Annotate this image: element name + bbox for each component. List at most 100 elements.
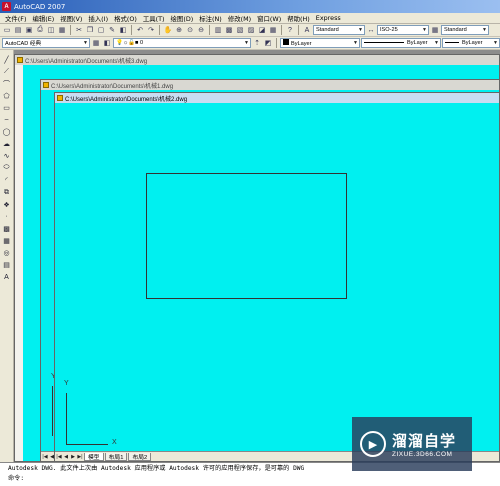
tab-layout1[interactable]: 布局1	[104, 452, 128, 461]
prev-tab-icon[interactable]: ◀	[63, 453, 69, 460]
command-prompt[interactable]: 命令:	[8, 474, 500, 484]
point-icon[interactable]: ·	[1, 211, 12, 222]
color-select[interactable]: ByLayer ▼	[280, 38, 360, 48]
cut-icon[interactable]: ✂	[74, 25, 84, 35]
linetype-select[interactable]: ByLayer ▼	[361, 38, 441, 48]
pan-icon[interactable]: ✋	[163, 25, 173, 35]
draw-toolbar: ╱ ⟋ ⌒ ⬠ ▭ ⌢ ◯ ☁ ∿ ⬭ ◜ ⧉ ❖ · ▩ ▦ ◎ ▤ A	[0, 50, 14, 462]
toolbar-separator	[209, 25, 210, 35]
document-titlebar[interactable]: C:\Users\Administrator\Documents\机械1.dwg	[41, 80, 499, 90]
menu-format[interactable]: 格式(O)	[111, 14, 140, 23]
copy-icon[interactable]: ❐	[85, 25, 95, 35]
workspace-select[interactable]: AutoCAD 经典 ▼	[2, 38, 90, 48]
spline-icon[interactable]: ∿	[1, 151, 12, 162]
publish-icon[interactable]: ▦	[57, 25, 67, 35]
make-layer-current-icon[interactable]: ⇡	[252, 38, 262, 48]
standard-toolbar: ▭ ▤ ▣ ⎙ ◫ ▦ ✂ ❐ ▢ ✎ ◧ ↶ ↷ ✋ ⊕ ⊙ ⊖ ▥ ▩ ▧ …	[0, 24, 500, 37]
document-titlebar[interactable]: C:\Users\Administrator\Documents\机械3.dwg	[15, 55, 499, 65]
new-file-icon[interactable]: ▭	[2, 25, 12, 35]
sheet-set-icon[interactable]: ▨	[246, 25, 256, 35]
line-icon[interactable]: ╱	[1, 54, 12, 65]
open-file-icon[interactable]: ▤	[13, 25, 23, 35]
play-logo-icon: ▶	[360, 431, 386, 457]
polyline-icon[interactable]: ⌒	[1, 78, 12, 89]
watermark-title: 溜溜自学	[392, 432, 457, 450]
zoom-previous-icon[interactable]: ⊖	[196, 25, 206, 35]
properties-icon[interactable]: ▥	[213, 25, 223, 35]
tab-layout2[interactable]: 布局2	[128, 452, 152, 461]
redo-icon[interactable]: ↷	[146, 25, 156, 35]
menu-draw[interactable]: 绘图(D)	[168, 14, 197, 23]
plot-preview-icon[interactable]: ◫	[46, 25, 56, 35]
document-window-active[interactable]: C:\Users\Administrator\Documents\机械2.dwg…	[54, 92, 500, 462]
block-editor-icon[interactable]: ◧	[118, 25, 128, 35]
menu-modify[interactable]: 修改(M)	[225, 14, 254, 23]
color-swatch	[283, 39, 289, 45]
table-style-value: Standard	[444, 27, 467, 33]
make-block-icon[interactable]: ❖	[1, 199, 12, 210]
undo-icon[interactable]: ↶	[135, 25, 145, 35]
region-icon[interactable]: ◎	[1, 248, 12, 259]
drawn-rectangle[interactable]	[146, 173, 347, 299]
chevron-down-icon: ▼	[358, 27, 363, 33]
menu-file[interactable]: 文件(F)	[2, 14, 29, 23]
table-style-select[interactable]: Standard ▼	[441, 25, 489, 35]
first-tab-icon[interactable]: |◀	[56, 453, 62, 460]
ellipse-icon[interactable]: ⬭	[1, 163, 12, 174]
text-style-select[interactable]: Standard ▼	[313, 25, 365, 35]
dwg-file-icon	[17, 57, 23, 63]
lineweight-value: ByLayer	[462, 40, 483, 46]
linetype-value: ByLayer	[407, 40, 428, 46]
next-tab-icon[interactable]: ▶	[70, 453, 76, 460]
insert-block-icon[interactable]: ⧉	[1, 187, 12, 198]
arc-icon[interactable]: ⌢	[1, 114, 12, 125]
menu-help[interactable]: 帮助(H)	[284, 14, 313, 23]
hatch-icon[interactable]: ▩	[1, 223, 12, 234]
match-properties-icon[interactable]: ✎	[107, 25, 117, 35]
ellipse-arc-icon[interactable]: ◜	[1, 175, 12, 186]
menu-view[interactable]: 视图(V)	[57, 14, 85, 23]
dim-style-select[interactable]: ISO-25 ▼	[377, 25, 429, 35]
markup-icon[interactable]: ◪	[257, 25, 267, 35]
drawing-canvas[interactable]: Y X	[55, 103, 499, 451]
toolbar-separator	[281, 25, 282, 35]
layer-manager-icon[interactable]: ◧	[102, 38, 112, 48]
text-style-icon: A	[304, 26, 310, 34]
polygon-icon[interactable]: ⬠	[1, 90, 12, 101]
lineweight-select[interactable]: ByLayer ▼	[442, 38, 500, 48]
menu-edit[interactable]: 编辑(E)	[29, 14, 57, 23]
first-tab-icon[interactable]: |◀	[42, 453, 48, 460]
layer-select[interactable]: 💡☼🔓■ 0 ▼	[113, 38, 251, 48]
menu-express[interactable]: Express	[313, 14, 344, 22]
multiline-text-icon[interactable]: A	[1, 272, 12, 283]
menu-window[interactable]: 窗口(W)	[254, 14, 284, 23]
workspace-settings-icon[interactable]: ▦	[91, 38, 101, 48]
paste-icon[interactable]: ▢	[96, 25, 106, 35]
gradient-icon[interactable]: ▦	[1, 235, 12, 246]
zoom-window-icon[interactable]: ⊙	[185, 25, 195, 35]
table-icon[interactable]: ▤	[1, 260, 12, 271]
save-icon[interactable]: ▣	[24, 25, 34, 35]
design-center-icon[interactable]: ▩	[224, 25, 234, 35]
construction-line-icon[interactable]: ⟋	[1, 66, 12, 77]
help-icon[interactable]: ?	[285, 25, 295, 35]
plot-icon[interactable]: ⎙	[35, 25, 45, 35]
tool-palettes-icon[interactable]: ▧	[235, 25, 245, 35]
menu-tools[interactable]: 工具(T)	[140, 14, 168, 23]
menu-dimension[interactable]: 标注(N)	[196, 14, 225, 23]
calculator-icon[interactable]: ▦	[268, 25, 278, 35]
workspace-value: AutoCAD 经典	[5, 41, 42, 47]
chevron-down-icon: ▼	[353, 40, 358, 46]
document-titlebar[interactable]: C:\Users\Administrator\Documents\机械2.dwg	[55, 93, 499, 103]
ucs-y-axis	[66, 393, 67, 445]
circle-icon[interactable]: ◯	[1, 127, 12, 138]
rectangle-icon[interactable]: ▭	[1, 102, 12, 113]
revision-cloud-icon[interactable]: ☁	[1, 139, 12, 150]
zoom-realtime-icon[interactable]: ⊕	[174, 25, 184, 35]
last-tab-icon[interactable]: ▶|	[77, 453, 83, 460]
layer-previous-icon[interactable]: ◩	[263, 38, 273, 48]
app-titlebar: A AutoCAD 2007	[0, 0, 500, 13]
menu-insert[interactable]: 插入(I)	[85, 14, 111, 23]
layers-toolbar: AutoCAD 经典 ▼ ▦ ◧ 💡☼🔓■ 0 ▼ ⇡ ◩ ByLayer ▼ …	[0, 37, 500, 50]
tab-model[interactable]: 模型	[84, 452, 104, 461]
